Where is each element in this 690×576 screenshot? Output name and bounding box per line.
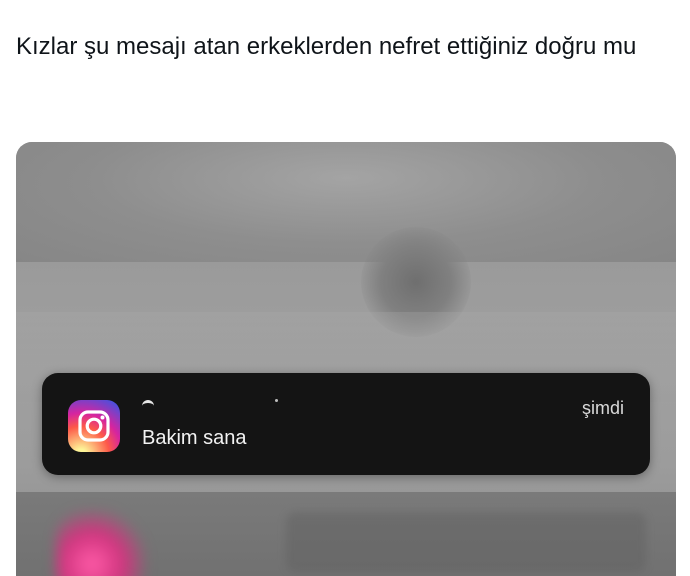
blurred-bar	[286, 512, 646, 572]
post-text: Kızlar şu mesajı atan erkeklerden nefret…	[16, 33, 637, 60]
sender-name-dot	[275, 399, 278, 402]
sender-name-obscured	[142, 400, 154, 406]
blurred-app-icon	[56, 510, 146, 576]
instagram-icon	[68, 400, 120, 452]
screenshot-image[interactable]	[16, 142, 676, 576]
notification-time: şimdi	[581, 398, 624, 418]
blurred-background-top	[16, 142, 676, 262]
notification-message: Bakim sana	[142, 427, 247, 449]
instagram-notification[interactable]: şimdi Bakim sana	[42, 373, 650, 475]
post: Kızlar şu mesajı atan erkeklerden nefret…	[0, 0, 690, 576]
